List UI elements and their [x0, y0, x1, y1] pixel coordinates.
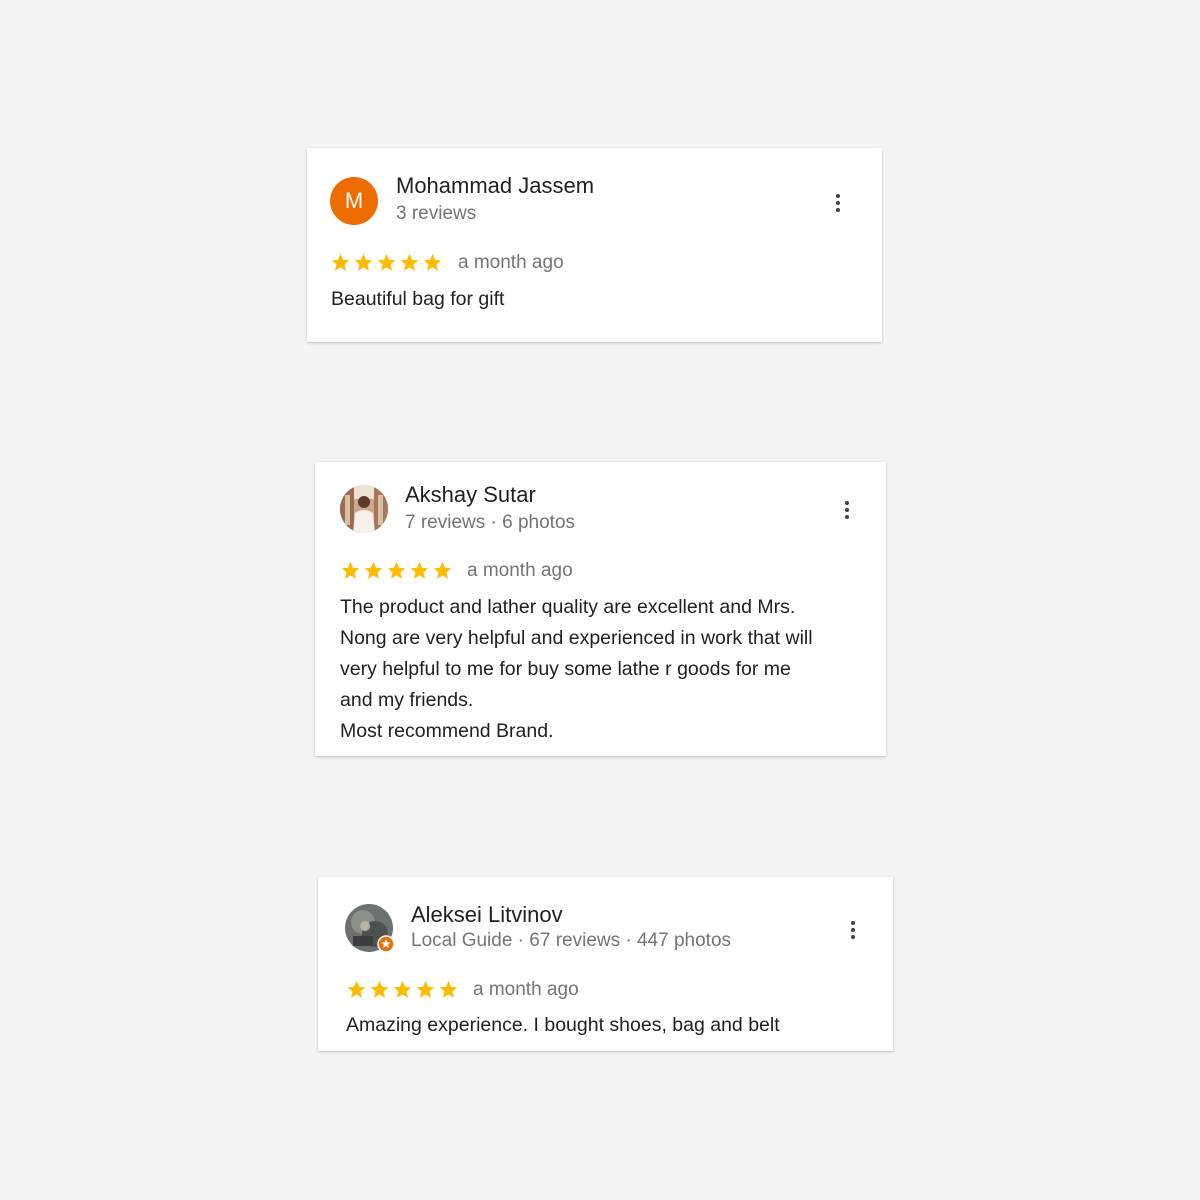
- star-icon: [370, 980, 389, 998]
- star-icon: [393, 980, 412, 998]
- star-icon: [377, 253, 396, 271]
- review-text-line: Amazing experience. I bought shoes, bag …: [346, 1014, 780, 1036]
- star-icon: [354, 253, 373, 271]
- star-icon: [423, 253, 442, 271]
- star-rating: [346, 979, 459, 1000]
- review-text: Beautiful bag for gift: [331, 284, 504, 315]
- review-text: Amazing experience. I bought shoes, bag …: [346, 1010, 780, 1041]
- reviewer-meta[interactable]: Local Guide · 67 reviews · 447 photos: [411, 930, 731, 952]
- star-rating: [330, 252, 443, 273]
- review-card-3: Aleksei Litvinov Local Guide · 67 review…: [318, 877, 893, 1051]
- star-icon: [364, 561, 383, 579]
- star-icon: [400, 253, 419, 271]
- reviewer-name[interactable]: Akshay Sutar: [405, 482, 536, 508]
- avatar-initial: M: [344, 188, 364, 213]
- star-icon: [331, 253, 350, 271]
- review-date: a month ago: [473, 979, 579, 1000]
- reviewer-meta[interactable]: 3 reviews: [396, 203, 476, 225]
- more-options-icon[interactable]: [826, 191, 850, 215]
- reviewer-name[interactable]: Mohammad Jassem: [396, 173, 594, 199]
- star-icon: [439, 980, 458, 998]
- star-icon: [416, 980, 435, 998]
- more-options-icon[interactable]: [835, 498, 859, 522]
- review-text-line: Beautiful bag for gift: [331, 288, 505, 310]
- reviewer-meta[interactable]: 7 reviews · 6 photos: [405, 512, 575, 534]
- avatar-letter[interactable]: M: [330, 177, 378, 225]
- review-text-line: Most recommend Brand.: [340, 720, 554, 742]
- review-date: a month ago: [458, 252, 564, 273]
- reviewer-name[interactable]: Aleksei Litvinov: [411, 902, 563, 928]
- star-icon: [347, 980, 366, 998]
- star-icon: [410, 561, 429, 579]
- star-icon: [433, 561, 452, 579]
- review-text-line: Nong are very helpful and experienced in…: [340, 627, 813, 649]
- review-text-line: The product and lather quality are excel…: [340, 596, 796, 618]
- more-options-icon[interactable]: [841, 918, 865, 942]
- review-card-1: M Mohammad Jassem 3 reviews a month ago …: [307, 148, 882, 342]
- review-card-2: Akshay Sutar 7 reviews · 6 photos a mont…: [315, 462, 886, 756]
- local-guide-badge-icon: [377, 935, 395, 953]
- review-text-line: and my friends.: [340, 689, 474, 711]
- star-rating: [340, 560, 453, 581]
- profile-photo-icon: [340, 485, 388, 533]
- star-icon: [387, 561, 406, 579]
- avatar-photo[interactable]: [345, 904, 395, 953]
- review-date: a month ago: [467, 560, 573, 581]
- avatar-photo[interactable]: [340, 485, 388, 533]
- star-icon: [341, 561, 360, 579]
- review-text: The product and lather quality are excel…: [340, 592, 813, 747]
- review-text-line: very helpful to me for buy some lathe r …: [340, 658, 791, 680]
